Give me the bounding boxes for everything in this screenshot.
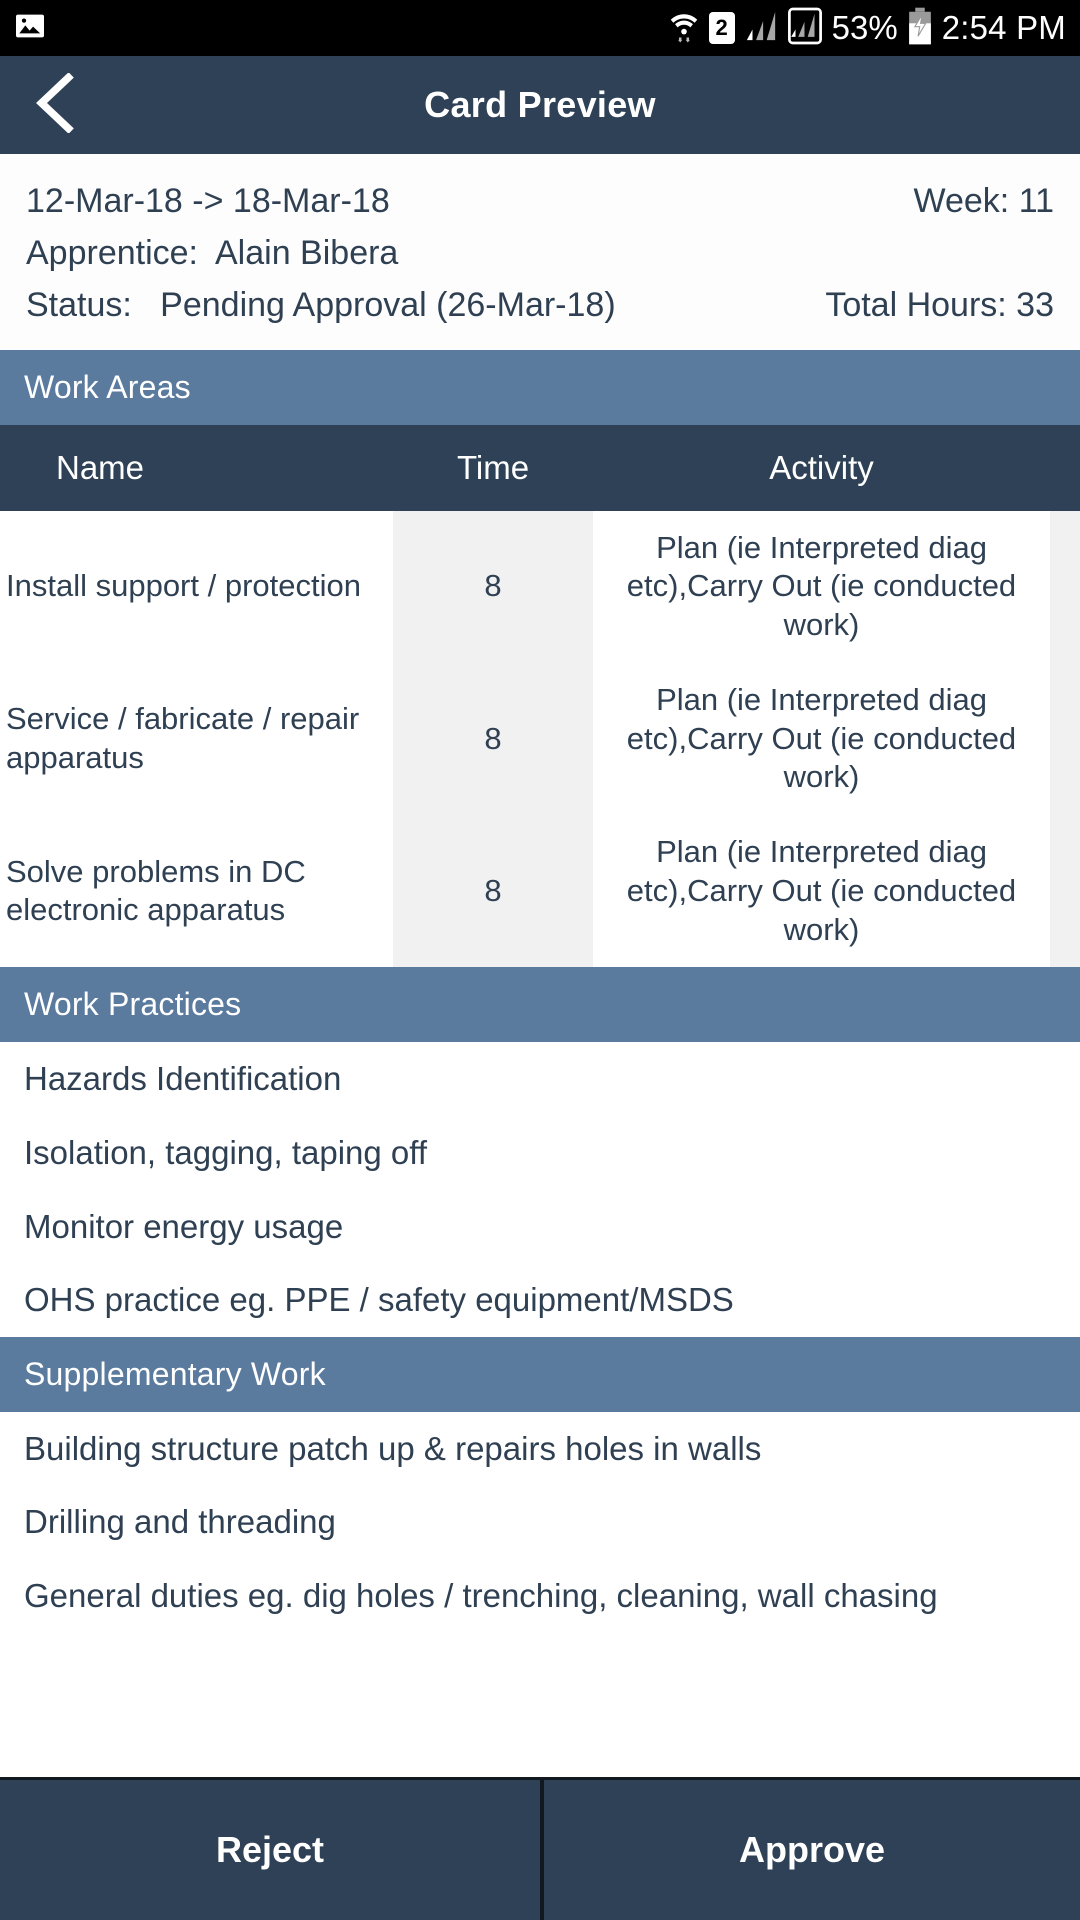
photo-icon: [14, 10, 46, 47]
clock-label: 2:54 PM: [941, 9, 1066, 46]
cell-name: Install support / protection: [0, 510, 393, 663]
week-label: Week: 11: [913, 182, 1054, 220]
status-bar-left: [14, 10, 46, 47]
cell-activity: Plan (ie Interpreted diag etc),Carry Out…: [593, 510, 1050, 663]
total-hours-label: Total Hours: 33: [825, 285, 1054, 324]
back-chevron-icon: [32, 71, 78, 138]
sim-card-badge: 2: [708, 12, 735, 44]
approve-button[interactable]: Approve: [540, 1780, 1080, 1920]
summary-row-apprentice: Apprentice: Alain Bibera: [26, 228, 1054, 280]
table-header-row: Name Time Activity: [0, 424, 1080, 511]
summary-row-dates: 12-Mar-18 -> 18-Mar-18 Week: 11: [26, 176, 1054, 228]
list-item: Building structure patch up & repairs ho…: [24, 1429, 762, 1467]
table-row: Service / fabricate / repair apparatus 8…: [0, 662, 1080, 816]
cell-spacer: [1050, 510, 1080, 663]
column-header-name: Name: [0, 424, 393, 511]
cell-name: Solve problems in DC electronic apparatu…: [0, 815, 393, 968]
status-bar: 2 53% 2:54 PM: [0, 0, 1080, 56]
cell-name: Service / fabricate / repair apparatus: [0, 662, 393, 816]
status-bar-right: 2 53% 2:54 PM: [668, 7, 1066, 50]
app-bar: Card Preview: [0, 56, 1080, 154]
battery-charging-icon: [907, 7, 933, 50]
apprentice-label: Apprentice: Alain Bibera: [26, 233, 399, 272]
app-screen: 2 53% 2:54 PM Card Preview 12-Mar-18 -> …: [0, 0, 1080, 1920]
supplementary-work-list: Building structure patch up & repairs ho…: [0, 1411, 1080, 1633]
date-range-label: 12-Mar-18 -> 18-Mar-18: [26, 182, 390, 220]
list-item: Isolation, tagging, taping off: [24, 1134, 428, 1172]
column-header-activity: Activity: [593, 424, 1050, 511]
card-summary: 12-Mar-18 -> 18-Mar-18 Week: 11 Apprenti…: [0, 154, 1080, 350]
reject-button[interactable]: Reject: [0, 1780, 540, 1920]
cell-time: 8: [393, 815, 593, 968]
page-title: Card Preview: [424, 84, 656, 125]
battery-percent-label: 53%: [831, 9, 898, 46]
wifi-icon: [668, 8, 700, 49]
list-item: General duties eg. dig holes / trenching…: [24, 1576, 938, 1614]
cell-spacer: [1050, 662, 1080, 816]
section-header-supplementary-work: Supplementary Work: [0, 1336, 1080, 1412]
cell-time: 8: [393, 662, 593, 816]
list-item: Monitor energy usage: [24, 1207, 344, 1245]
work-practices-list: Hazards Identification Isolation, taggin…: [0, 1042, 1080, 1337]
section-header-work-areas: Work Areas: [0, 349, 1080, 425]
signal-bars-boxed-icon: [787, 7, 823, 50]
cell-time: 8: [393, 510, 593, 663]
summary-row-status: Status: Pending Approval (26-Mar-18) Tot…: [26, 280, 1054, 332]
signal-bars-icon: [744, 10, 778, 47]
cell-activity: Plan (ie Interpreted diag etc),Carry Out…: [593, 815, 1050, 968]
column-header-spacer: [1050, 424, 1080, 511]
column-header-time: Time: [393, 424, 593, 511]
section-header-work-practices: Work Practices: [0, 967, 1080, 1043]
cell-activity: Plan (ie Interpreted diag etc),Carry Out…: [593, 662, 1050, 816]
list-item: Drilling and threading: [24, 1503, 336, 1541]
list-item: OHS practice eg. PPE / safety equipment/…: [24, 1281, 734, 1319]
list-item: Hazards Identification: [24, 1060, 342, 1098]
action-button-bar: Reject Approve: [0, 1777, 1080, 1920]
content-spacer: [0, 1632, 1080, 1777]
work-areas-table: Name Time Activity Install support / pro…: [0, 424, 1080, 968]
table-row: Solve problems in DC electronic apparatu…: [0, 815, 1080, 968]
table-row: Install support / protection 8 Plan (ie …: [0, 510, 1080, 663]
status-label: Status: Pending Approval (26-Mar-18): [26, 285, 616, 324]
cell-spacer: [1050, 815, 1080, 968]
back-button[interactable]: [0, 56, 110, 154]
